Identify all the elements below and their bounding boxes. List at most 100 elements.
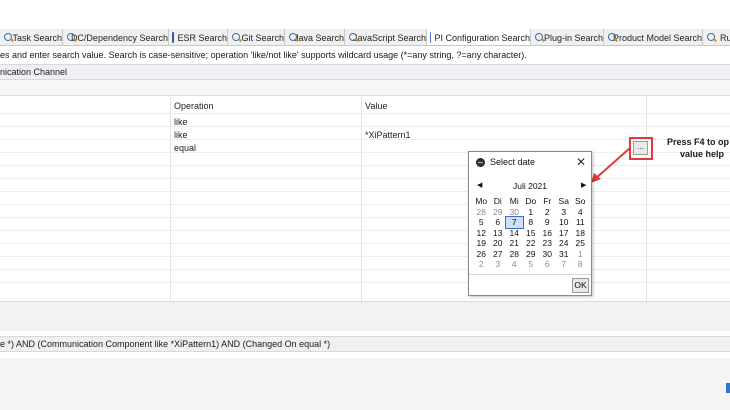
calendar-day[interactable]: 8	[523, 217, 540, 228]
calendar-day[interactable]: 20	[490, 238, 507, 249]
search-icon	[288, 32, 297, 43]
calendar-day[interactable]: 14	[506, 228, 523, 239]
tab-label: DC/Dependency Search	[70, 32, 168, 43]
section-title: nication Channel	[0, 64, 730, 80]
value-help-button[interactable]: ...	[633, 141, 648, 155]
calendar-day[interactable]: 2	[539, 207, 556, 218]
tab-esr-search[interactable]: ESR Search	[169, 29, 228, 45]
search-icon	[348, 32, 357, 43]
calendar-grid: Mo Di Mi Do Fr Sa So 28 29 30 1 2 3 4 5 6 7 8 9 10 11 12 13 14…	[473, 196, 589, 270]
arrow-shaft	[594, 147, 631, 180]
tab-java-search[interactable]: Java Search	[285, 29, 345, 45]
calendar-day[interactable]: 29	[523, 249, 540, 260]
bottom-panel	[0, 358, 730, 410]
calendar-day[interactable]: 6	[490, 217, 507, 228]
close-icon[interactable]: ✕	[576, 155, 586, 169]
weekday-label: Fr	[543, 196, 552, 206]
calendar-day[interactable]: 16	[539, 228, 556, 239]
weekday-label: Mo	[475, 196, 488, 206]
section-toolbar	[0, 80, 730, 96]
calendar-day[interactable]: 25	[572, 238, 589, 249]
calendar-month-label: Juli 2021	[512, 181, 548, 191]
calendar-day[interactable]: 28	[473, 207, 490, 218]
weekday-label: Do	[525, 196, 537, 206]
calendar-day[interactable]: 3	[490, 259, 507, 270]
calendar-day[interactable]: 11	[572, 217, 589, 228]
column-header-value[interactable]: Value	[365, 101, 387, 111]
tab-git-search[interactable]: Git Search	[228, 29, 285, 45]
calendar-day[interactable]: 23	[539, 238, 556, 249]
calendar-day[interactable]: 15	[523, 228, 540, 239]
calendar-day[interactable]: 5	[523, 259, 540, 270]
calendar-day[interactable]: 22	[523, 238, 540, 249]
ok-button[interactable]: OK	[572, 278, 589, 293]
tab-plugin-search[interactable]: Plug-in Search	[531, 29, 604, 45]
tab-label: Task Search	[12, 32, 62, 43]
tab-label: Java Search	[293, 32, 344, 43]
operation-cell[interactable]: like	[174, 117, 188, 127]
row-divider	[0, 243, 730, 244]
callout-arrow	[591, 147, 631, 183]
calendar-day[interactable]: 12	[473, 228, 490, 239]
calendar-day[interactable]: 18	[572, 228, 589, 239]
tab-dc-dependency-search[interactable]: DC/Dependency Search	[63, 29, 169, 45]
search-icon	[66, 32, 75, 43]
calendar-day[interactable]: 30	[506, 207, 523, 218]
operation-cell[interactable]: like	[174, 130, 188, 140]
select-date-dialog: Select date ✕ ◀ Juli 2021 ▶ Mo Di Mi Do Fr Sa…	[468, 151, 592, 296]
calendar-day[interactable]: 29	[490, 207, 507, 218]
calendar-week-row: 5 6 7 8 9 10 11	[473, 216, 589, 229]
calendar-day[interactable]: 4	[572, 207, 589, 218]
calendar-day[interactable]: 2	[473, 259, 490, 270]
tab-label: Product Model Search	[612, 32, 702, 43]
calendar-day[interactable]: 1	[523, 207, 540, 218]
calendar-day[interactable]: 19	[473, 238, 490, 249]
calendar-day-selected[interactable]: 7	[505, 216, 524, 229]
calendar-week-row: 12 13 14 15 16 17 18	[473, 228, 589, 239]
calendar-day[interactable]: 10	[556, 217, 573, 228]
calendar-week-row: 28 29 30 1 2 3 4	[473, 207, 589, 218]
next-month-icon[interactable]: ▶	[581, 181, 586, 189]
weekday-label: Sa	[558, 196, 569, 206]
row-divider	[0, 230, 730, 231]
search-icon	[534, 32, 543, 43]
tab-product-model-search[interactable]: Product Model Search	[604, 29, 703, 45]
calendar-day[interactable]: 24	[556, 238, 573, 249]
search-icon	[607, 32, 616, 43]
tab-pi-configuration-search[interactable]: PI Configuration Search	[427, 29, 531, 45]
calendar-day[interactable]: 21	[506, 238, 523, 249]
calendar-week-row: 26 27 28 29 30 31 1	[473, 249, 589, 260]
tab-javascript-search[interactable]: JavaScript Search	[345, 29, 427, 45]
weekday-header-row: Mo Di Mi Do Fr Sa So	[473, 196, 589, 207]
calendar-day[interactable]: 6	[539, 259, 556, 270]
calendar-day[interactable]: 8	[572, 259, 589, 270]
calendar-day[interactable]: 9	[539, 217, 556, 228]
calendar-day[interactable]: 13	[490, 228, 507, 239]
tab-ru[interactable]: Ru	[703, 29, 730, 45]
calendar-week-row: 2345678	[473, 259, 589, 270]
search-icon	[3, 32, 13, 43]
column-header-operation[interactable]: Operation	[174, 101, 214, 111]
weekday-label: Mi	[509, 196, 519, 206]
calendar-day[interactable]: 27	[490, 249, 507, 260]
calendar-day[interactable]: 4	[506, 259, 523, 270]
calendar-day[interactable]: 30	[539, 249, 556, 260]
row-divider	[0, 191, 730, 192]
search-icon	[706, 32, 717, 43]
query-preview: e *) AND (Communication Component like *…	[0, 336, 730, 352]
calendar-day[interactable]: 3	[556, 207, 573, 218]
dialog-titlebar: Select date ✕	[469, 152, 591, 173]
value-help-callout: Press F4 to op value help	[667, 136, 729, 160]
value-cell[interactable]: *XiPattern1	[365, 130, 411, 140]
scroll-indicator	[726, 383, 730, 393]
weekday-label: Di	[493, 196, 502, 206]
calendar-day[interactable]: 26	[473, 249, 490, 260]
calendar-day[interactable]: 28	[506, 249, 523, 260]
calendar-day[interactable]: 5	[473, 217, 490, 228]
operation-cell[interactable]: equal	[174, 143, 196, 153]
calendar-day[interactable]: 17	[556, 228, 573, 239]
calendar-day[interactable]: 31	[556, 249, 573, 260]
calendar-day[interactable]: 7	[556, 259, 573, 270]
calendar-day[interactable]: 1	[572, 249, 589, 260]
tab-task-search[interactable]: Task Search	[0, 29, 63, 45]
